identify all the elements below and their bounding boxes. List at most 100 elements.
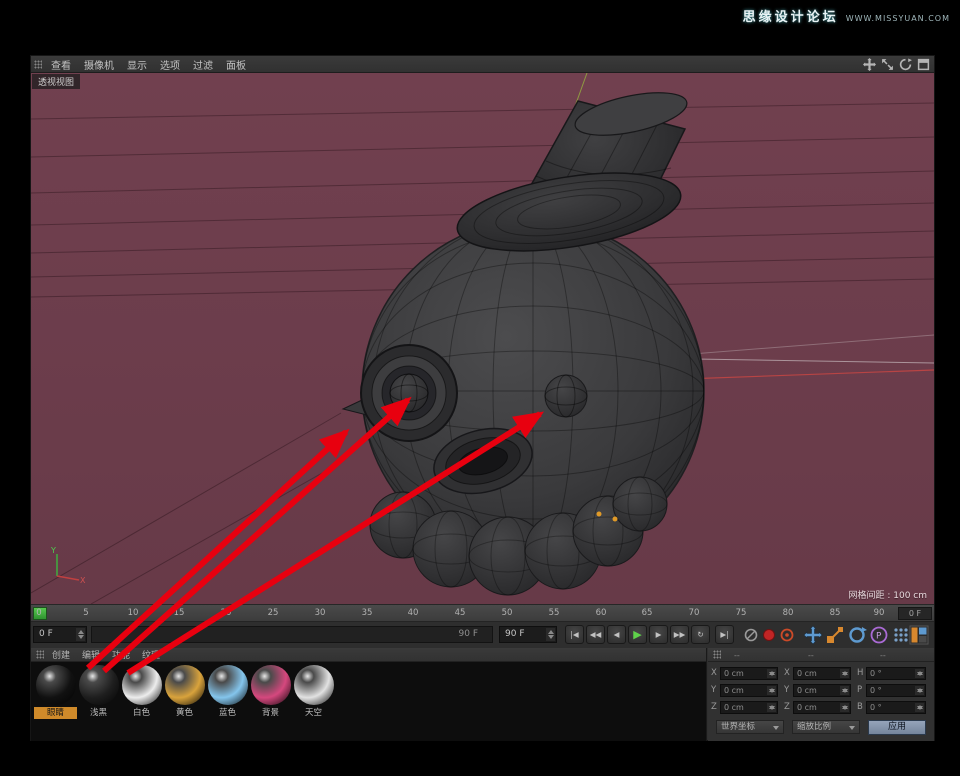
timeline-ruler[interactable]: 0 5 10 15 20 25 30 35 40 45 50 55 60 65 … (31, 604, 934, 622)
material-preview-sphere[interactable] (122, 665, 162, 705)
material-label: 天空 (292, 707, 335, 719)
material-preview-sphere[interactable] (208, 665, 248, 705)
next-frame-button[interactable]: ▶ (649, 625, 668, 644)
prev-frame-button[interactable]: ◀ (607, 625, 626, 644)
material-preview-sphere[interactable] (165, 665, 205, 705)
ruler-tick: 40 (408, 608, 419, 618)
panel-grip-icon[interactable] (34, 60, 42, 69)
menu-display[interactable]: 显示 (127, 57, 147, 72)
coord-system-dropdown[interactable]: 世界坐标 (716, 720, 784, 734)
scale-tool-icon[interactable] (825, 625, 845, 645)
size-x-field[interactable]: 0 cm (793, 667, 851, 680)
material-item[interactable]: 蓝色 (206, 665, 249, 741)
size-z-field[interactable]: 0 cm (793, 701, 851, 714)
pos-x-field[interactable]: 0 cm (720, 667, 778, 680)
pos-y-field[interactable]: 0 cm (720, 684, 778, 697)
material-menu-function[interactable]: 功能 (112, 648, 130, 661)
zoom-view-icon[interactable] (881, 58, 894, 71)
spinner-icon[interactable] (915, 686, 924, 695)
spinner-icon[interactable] (840, 703, 849, 712)
current-frame-field[interactable]: 0 F (33, 626, 87, 643)
material-item[interactable]: 白色 (120, 665, 163, 741)
material-preview-sphere[interactable] (251, 665, 291, 705)
ruler-tick: 60 (596, 608, 607, 618)
rot-p-label: P (857, 685, 862, 695)
apply-button[interactable]: 应用 (868, 720, 926, 735)
ruler-tick: 75 (736, 608, 747, 618)
spinner-icon[interactable] (915, 703, 924, 712)
svg-text:P: P (876, 632, 882, 642)
frame-spinner-icon[interactable] (76, 628, 85, 641)
material-preview-sphere[interactable] (36, 665, 76, 705)
loop-mode-button[interactable]: ↻ (691, 625, 710, 644)
rot-h-field[interactable]: 0 ° (866, 667, 926, 680)
rot-b-field[interactable]: 0 ° (866, 701, 926, 714)
material-preview-sphere[interactable] (294, 665, 334, 705)
ruler-tick: 0 (36, 608, 41, 618)
spinner-icon[interactable] (840, 686, 849, 695)
material-menu-edit[interactable]: 编辑 (82, 648, 100, 661)
autokey-icon[interactable] (779, 627, 795, 643)
material-item[interactable]: 背景 (249, 665, 292, 741)
spinner-icon[interactable] (915, 669, 924, 678)
coord-system-icon[interactable]: P (869, 625, 889, 645)
spinner-icon[interactable] (767, 686, 776, 695)
viewport-canvas[interactable]: 透视视图 (31, 73, 934, 604)
material-label: 背景 (249, 707, 292, 719)
pan-view-icon[interactable] (863, 58, 876, 71)
rot-p-field[interactable]: 0 ° (866, 684, 926, 697)
material-item[interactable]: 眼睛 (34, 665, 77, 741)
ruler-tick: 45 (455, 608, 466, 618)
end-frame-field[interactable]: 90 F (499, 626, 557, 643)
material-menu-create[interactable]: 创建 (52, 648, 70, 661)
pos-z-field[interactable]: 0 cm (720, 701, 778, 714)
render-settings-icon[interactable] (891, 625, 911, 645)
next-key-button[interactable]: ▶▶ (670, 625, 689, 644)
end-frame-spinner-icon[interactable] (546, 628, 555, 641)
ruler-tick: 25 (268, 608, 279, 618)
pos-z-label: Z (711, 702, 717, 712)
scale-mode-dropdown[interactable]: 缩放比例 (792, 720, 860, 734)
view-label[interactable]: 透视视图 (32, 74, 80, 89)
menu-options[interactable]: 选项 (160, 57, 180, 72)
record-icon[interactable] (761, 627, 777, 643)
panel-grip-icon[interactable] (713, 650, 721, 659)
prev-key-button[interactable]: ◀◀ (586, 625, 605, 644)
material-item[interactable]: 浅黑 (77, 665, 120, 741)
menu-camera[interactable]: 摄像机 (84, 57, 114, 72)
coordinate-header (708, 648, 934, 662)
size-z-label: Z (784, 702, 790, 712)
rotate-tool-icon[interactable] (847, 625, 867, 645)
keyframe-icon[interactable] (743, 627, 759, 643)
menu-filter[interactable]: 过滤 (193, 57, 213, 72)
pos-x-label: X (711, 668, 717, 678)
rotate-view-icon[interactable] (899, 58, 912, 71)
rot-b-label: B (857, 702, 863, 712)
spinner-icon[interactable] (840, 669, 849, 678)
material-item[interactable]: 天空 (292, 665, 335, 741)
ruler-frame-field[interactable]: 0 F (898, 607, 932, 620)
power-slider[interactable]: 90 F (91, 626, 493, 643)
layout-switch-icon[interactable] (909, 625, 929, 645)
menu-panel[interactable]: 面板 (226, 57, 246, 72)
size-y-field[interactable]: 0 cm (793, 684, 851, 697)
move-tool-icon[interactable] (803, 625, 823, 645)
material-label: 黄色 (163, 707, 206, 719)
play-button[interactable]: ▶ (628, 625, 647, 644)
watermark: 思缘设计论坛 WWW.MISSYUAN.COM (743, 6, 950, 25)
goto-end-button[interactable]: ▶| (715, 625, 734, 644)
material-preview-sphere[interactable] (79, 665, 119, 705)
spinner-icon[interactable] (767, 669, 776, 678)
material-label: 眼睛 (34, 707, 77, 719)
goto-start-button[interactable]: |◀ (565, 625, 584, 644)
maximize-view-icon[interactable] (917, 58, 930, 71)
menu-view[interactable]: 查看 (51, 57, 71, 72)
scene-3d (31, 73, 934, 604)
material-item[interactable]: 黄色 (163, 665, 206, 741)
panel-grip-icon[interactable] (36, 650, 44, 659)
material-manager: 创建 编辑 功能 纹理 眼睛 浅黑 白色 (31, 648, 707, 741)
spinner-icon[interactable] (767, 703, 776, 712)
top-hat (452, 85, 691, 265)
material-menu-texture[interactable]: 纹理 (142, 648, 160, 661)
ruler-tick: 90 (874, 608, 885, 618)
